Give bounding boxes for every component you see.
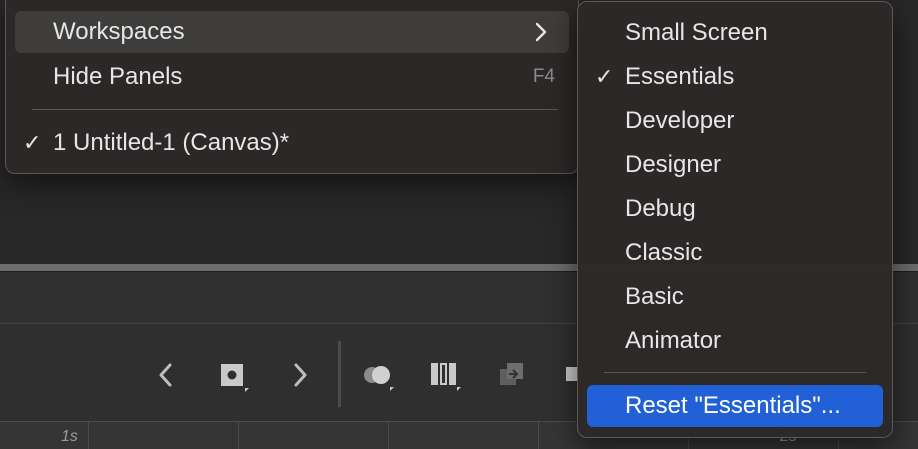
paste-frames-icon[interactable]: [494, 357, 530, 393]
menu-item-essentials[interactable]: ✓ Essentials: [587, 56, 883, 98]
menu-item-label: Workspaces: [53, 18, 185, 45]
menu-item-label: Developer: [625, 107, 735, 134]
menu-item-document-untitled-1[interactable]: ✓ 1 Untitled-1 (Canvas)*: [15, 122, 569, 164]
next-keyframe-icon[interactable]: [282, 357, 318, 393]
menu-item-label: Basic: [625, 283, 684, 310]
ruler-tick: [88, 422, 89, 449]
workspaces-submenu: Small Screen ✓ Essentials Developer Desi…: [577, 1, 893, 438]
menu-item-developer[interactable]: Developer: [587, 100, 883, 142]
submenu-arrow-icon: [535, 21, 547, 49]
previous-keyframe-icon[interactable]: [148, 357, 184, 393]
menu-item-small-screen[interactable]: Small Screen: [587, 12, 883, 54]
edit-multiple-frames-icon[interactable]: [426, 357, 462, 393]
menu-item-designer[interactable]: Designer: [587, 144, 883, 186]
menu-item-classic[interactable]: Classic: [587, 232, 883, 274]
menu-item-label: Classic: [625, 239, 703, 266]
menu-item-label: Small Screen: [625, 19, 768, 46]
menu-item-label: Essentials: [625, 63, 735, 90]
toolbar-separator: [338, 341, 341, 407]
menu-item-label: Designer: [625, 151, 722, 178]
menu-separator: [32, 109, 558, 110]
menu-item-workspaces[interactable]: Workspaces: [15, 11, 569, 53]
shortcut-label: F4: [532, 66, 555, 87]
ruler-tick: [538, 422, 539, 449]
insert-keyframe-icon[interactable]: [214, 357, 250, 393]
partial-tool-icon[interactable]: [560, 357, 578, 393]
menu-item-basic[interactable]: Basic: [587, 276, 883, 318]
menu-item-label: Debug: [625, 195, 696, 222]
ruler-tick: [388, 422, 389, 449]
checkmark-icon: ✓: [595, 64, 614, 89]
menu-separator: [604, 372, 866, 373]
onion-skin-icon[interactable]: [359, 357, 395, 393]
menu-item-debug[interactable]: Debug: [587, 188, 883, 230]
ruler-tick: [238, 422, 239, 449]
menu-item-hide-panels[interactable]: Hide Panels F4: [15, 56, 569, 98]
menu-item-animator[interactable]: Animator: [587, 320, 883, 362]
menu-item-label: 1 Untitled-1 (Canvas)*: [53, 129, 290, 156]
window-menu: Workspaces Hide Panels F4 ✓ 1 Untitled-1…: [5, 0, 579, 174]
menu-item-reset-essentials[interactable]: Reset "Essentials"...: [587, 385, 883, 427]
menu-item-label: Reset "Essentials"...: [625, 392, 841, 419]
menu-item-label: Animator: [625, 327, 722, 354]
checkmark-icon: ✓: [23, 130, 42, 155]
menu-item-label: Hide Panels: [53, 63, 183, 90]
timeline-label-1s: 1s: [61, 428, 78, 445]
